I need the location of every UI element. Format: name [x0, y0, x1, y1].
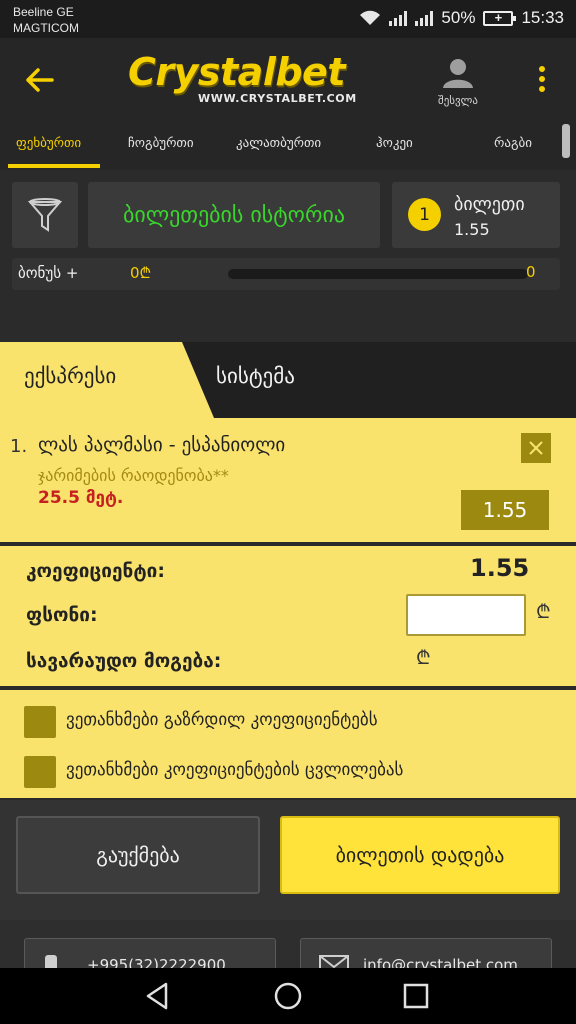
active-tab-indicator — [8, 164, 100, 168]
tab-hockey[interactable]: ჰოკეი — [376, 136, 413, 151]
carrier-line-1: Beeline GE — [13, 5, 74, 19]
tabs-scroll-indicator — [562, 124, 570, 158]
tab-rugby[interactable]: რაგბი — [494, 136, 532, 151]
contacts-footer: +995(32)2222900 info@crystalbet.com — [0, 920, 576, 968]
ticket-button[interactable]: 1 ბილეთი 1.55 — [392, 182, 560, 248]
agreements: ვეთანხმები გაზრდილ კოეფიციენტებს ვეთანხმ… — [0, 690, 576, 798]
phone-icon — [45, 955, 57, 968]
wifi-icon — [360, 10, 381, 25]
ticket-label: ბილეთი — [454, 194, 525, 215]
selection-odds: 1.55 — [461, 490, 549, 530]
coefficient-value: 1.55 — [470, 554, 530, 582]
ticket-count-badge: 1 — [408, 198, 441, 231]
stake-input[interactable] — [406, 594, 526, 636]
carrier-line-2: MAGTICOM — [13, 21, 79, 35]
tab-basketball[interactable]: კალათბურთი — [236, 136, 321, 151]
signal-icon — [389, 10, 408, 26]
close-icon — [529, 441, 543, 455]
selection-card: 1. ლას პალმასი - ესპანიოლი ჯარიმების რაო… — [0, 418, 576, 542]
app-header: Crystalbet WWW.CRYSTALBET.COM შესვლა — [0, 38, 576, 118]
system-nav-bar — [0, 968, 576, 1024]
sports-tabs: ფეხბურთი ჩოგბურთი კალათბურთი ჰოკეი რაგბი — [0, 118, 576, 170]
bonus-label[interactable]: ბონუს + — [18, 264, 78, 282]
user-icon — [443, 59, 473, 88]
logo-text: Crystalbet — [128, 50, 346, 94]
potential-win-label: სავარაუდო მოგება: — [26, 650, 222, 672]
ticket-history-button[interactable]: ბილეთების ისტორია — [88, 182, 380, 248]
tab-tennis[interactable]: ჩოგბურთი — [128, 136, 194, 151]
signal-icon-2 — [415, 10, 434, 26]
tab-system[interactable]: სისტემა — [216, 364, 295, 388]
accept-changes-label[interactable]: ვეთანხმები კოეფიციენტების ცვლილებას — [66, 760, 403, 780]
selection-pick: 25.5 მეტ. — [38, 488, 124, 508]
clock: 15:33 — [521, 8, 564, 27]
stake-currency: ₾ — [536, 601, 551, 623]
bonus-progress-track — [228, 269, 528, 279]
login-button[interactable]: შესვლა — [426, 58, 490, 107]
bonus-value: 0₾ — [130, 264, 152, 282]
stake-label: ფსონი: — [26, 604, 98, 626]
coefficient-label: კოეფიციენტი: — [26, 560, 165, 582]
back-arrow-icon[interactable] — [24, 66, 54, 94]
email-contact[interactable]: info@crystalbet.com — [300, 938, 552, 968]
selection-match: ლას პალმასი - ესპანიოლი — [38, 434, 286, 456]
phone-number: +995(32)2222900 — [87, 956, 226, 968]
bet-type-tabs: ექსპრესი სისტემა — [0, 342, 576, 418]
potential-win-currency: ₾ — [416, 647, 431, 669]
battery-icon: + — [483, 10, 517, 26]
status-bar: Beeline GE MAGTICOM 50% + 15:33 — [0, 0, 576, 38]
tab-football[interactable]: ფეხბურთი — [16, 136, 81, 151]
accept-changes-checkbox[interactable] — [24, 756, 56, 788]
cancel-button[interactable]: გაუქმება — [16, 816, 260, 894]
login-label: შესვლა — [438, 94, 478, 107]
place-bet-button[interactable]: ბილეთის დადება — [280, 816, 560, 894]
bet-summary: კოეფიციენტი: 1.55 ფსონი: ₾ სავარაუდო მოგ… — [0, 546, 576, 686]
action-bar: გაუქმება ბილეთის დადება — [0, 800, 576, 920]
phone-contact[interactable]: +995(32)2222900 — [24, 938, 276, 968]
email-address: info@crystalbet.com — [363, 956, 518, 968]
ticket-odds: 1.55 — [454, 220, 490, 239]
mail-icon — [319, 955, 349, 968]
selection-number: 1. — [10, 436, 28, 457]
bonus-end-value: 0 — [526, 263, 536, 281]
accept-increased-label[interactable]: ვეთანხმები გაზრდილ კოეფიციენტებს — [66, 710, 378, 730]
selection-market: ჯარიმების რაოდენობა** — [38, 466, 229, 485]
tab-express[interactable]: ექსპრესი — [24, 364, 116, 388]
filter-button[interactable] — [12, 182, 78, 248]
logo-url: WWW.CRYSTALBET.COM — [198, 92, 357, 105]
carrier-info: Beeline GE MAGTICOM — [13, 4, 79, 36]
battery-percent: 50% — [441, 8, 476, 27]
more-vert-icon[interactable] — [532, 64, 552, 94]
crystalbet-logo[interactable]: Crystalbet WWW.CRYSTALBET.COM — [128, 52, 380, 106]
accept-increased-checkbox[interactable] — [24, 706, 56, 738]
bonus-row: ბონუს + 0₾ 0 — [12, 258, 560, 290]
status-icons: 50% + 15:33 — [359, 8, 564, 28]
betslip-controls: ბილეთების ისტორია 1 ბილეთი 1.55 ბონუს + … — [0, 170, 576, 342]
funnel-icon — [27, 198, 63, 232]
nav-back-icon[interactable] — [140, 978, 176, 1014]
nav-home-icon[interactable] — [270, 978, 306, 1014]
remove-selection-button[interactable] — [521, 433, 551, 463]
nav-recents-icon[interactable] — [398, 978, 434, 1014]
